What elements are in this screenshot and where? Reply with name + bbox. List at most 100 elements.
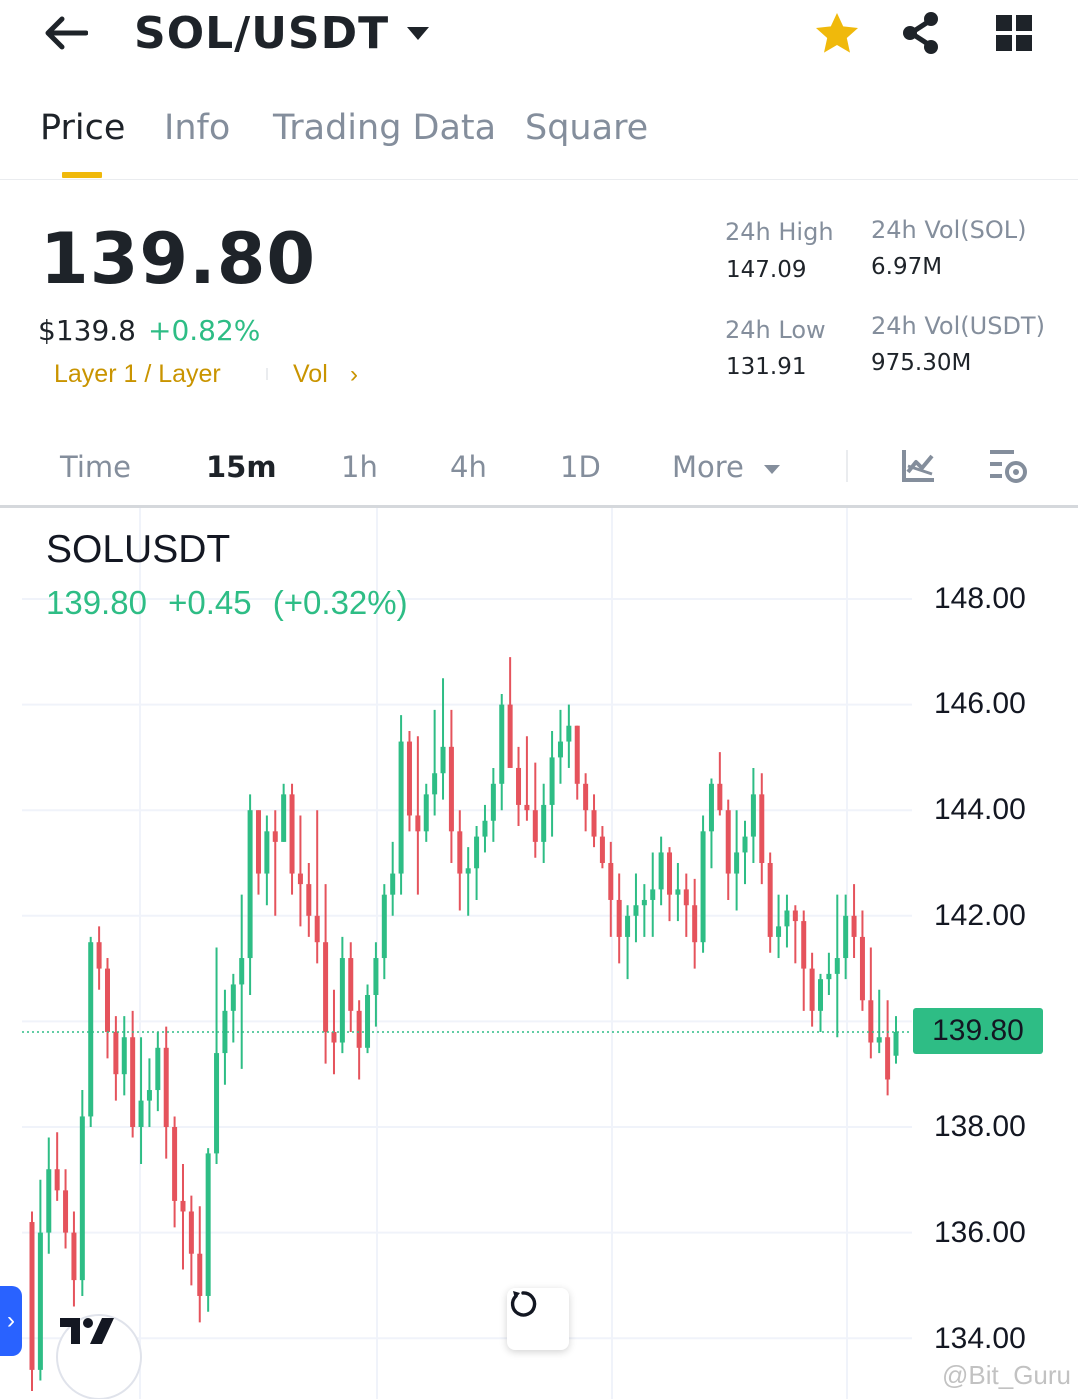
candle-body <box>893 1031 899 1056</box>
candle-body <box>750 794 756 837</box>
candle-body <box>507 704 513 768</box>
candle-body <box>591 810 597 837</box>
y-axis-label: 146.00 <box>934 687 1026 720</box>
candle-body <box>700 831 706 943</box>
candle-body <box>482 820 488 837</box>
candle-body <box>188 1211 194 1254</box>
interval-4h[interactable]: 4h <box>450 450 487 484</box>
favorite-button[interactable] <box>812 8 862 58</box>
candle-body <box>641 899 647 906</box>
candle-body <box>373 958 379 995</box>
reset-chart-button[interactable] <box>507 1288 569 1350</box>
section-tabs: Price Info Trading Data Square <box>0 96 1078 180</box>
tab-trading-data[interactable]: Trading Data <box>273 108 496 148</box>
price-change-pct: +0.82% <box>148 314 261 347</box>
menu-grid-button[interactable] <box>989 8 1039 58</box>
indicator-chart-icon[interactable] <box>898 446 938 486</box>
pair-selector[interactable]: SOL/USDT <box>134 6 431 60</box>
back-arrow-icon <box>45 16 88 50</box>
interval-more-label: More <box>672 450 744 484</box>
candle-body <box>29 1222 35 1370</box>
candle-body <box>725 810 731 874</box>
candle-body <box>792 910 798 922</box>
category-tag[interactable]: Layer 1 / Layer <box>54 360 221 389</box>
candle-body <box>784 910 790 927</box>
candle-body <box>104 968 110 1032</box>
candle-body <box>130 1037 136 1127</box>
tradingview-logo[interactable] <box>56 1314 142 1399</box>
candle-body <box>323 942 329 1032</box>
chevron-right-icon[interactable]: › <box>350 361 358 389</box>
chart-symbol: SOLUSDT <box>46 528 231 571</box>
candle-body <box>818 979 824 1011</box>
candle-body <box>717 783 723 811</box>
candle-body <box>239 958 245 985</box>
candle-body <box>96 942 102 969</box>
candle-body <box>541 804 547 842</box>
candle-body <box>172 1127 178 1201</box>
interval-time[interactable]: Time <box>60 450 131 484</box>
candle-body <box>868 1000 874 1043</box>
candle-body <box>448 746 454 832</box>
candlestick-chart[interactable] <box>0 508 1078 1399</box>
interval-more[interactable]: More <box>672 450 781 484</box>
back-button[interactable] <box>38 10 94 56</box>
candle-body <box>599 836 605 863</box>
chart-settings-icon[interactable] <box>988 446 1028 486</box>
candle-body <box>71 1232 77 1281</box>
caret-down-icon <box>407 27 430 40</box>
share-button[interactable] <box>896 8 946 58</box>
candle-body <box>692 905 698 943</box>
tab-square[interactable]: Square <box>525 108 648 148</box>
candle-body <box>390 873 396 895</box>
candle-body <box>272 831 278 842</box>
candle-body <box>121 1037 127 1075</box>
chart-quote-last: 139.80 <box>46 584 147 621</box>
interval-1d[interactable]: 1D <box>560 450 601 484</box>
y-axis-label: 142.00 <box>934 899 1026 932</box>
candle-body <box>608 863 614 900</box>
candle-body <box>801 921 807 969</box>
candle-body <box>625 915 631 937</box>
interval-15m[interactable]: 15m <box>206 450 277 484</box>
chart-quote-change-pct: (+0.32%) <box>272 584 408 621</box>
candle-body <box>365 995 371 1048</box>
candle-body <box>859 936 865 1001</box>
candle-body <box>809 968 815 1011</box>
tab-info[interactable]: Info <box>164 108 230 148</box>
candle-body <box>264 831 270 874</box>
stat-high-label: 24h High <box>725 218 834 246</box>
candle-body <box>465 868 471 874</box>
candle-body <box>37 1232 43 1370</box>
tab-price[interactable]: Price <box>40 108 125 148</box>
candle-body <box>885 1037 891 1080</box>
interval-1h[interactable]: 1h <box>341 450 378 484</box>
candle-body <box>843 915 849 959</box>
candle-body <box>457 831 463 874</box>
y-axis-label: 144.00 <box>934 793 1026 826</box>
stat-vol-base-value: 6.97M <box>871 254 943 280</box>
tag-divider <box>266 368 268 380</box>
candle-body <box>423 794 429 832</box>
candle-body <box>566 725 572 742</box>
price-chart[interactable]: SOLUSDT 139.80 +0.45 (+0.32%) 148.00 146… <box>0 508 1078 1399</box>
candle-body <box>650 889 656 900</box>
drawing-panel-toggle[interactable]: › <box>0 1286 22 1356</box>
candle-body <box>876 1037 882 1043</box>
top-bar: SOL/USDT <box>0 0 1078 72</box>
candle-body <box>113 1031 119 1075</box>
volume-tag[interactable]: Vol <box>293 360 328 389</box>
active-tab-indicator <box>62 172 102 178</box>
candle-body <box>667 852 673 895</box>
grid-icon <box>996 15 1032 51</box>
candle-body <box>516 767 522 805</box>
y-axis-label: 138.00 <box>934 1110 1026 1143</box>
candle-body <box>255 810 261 874</box>
stat-high-value: 147.09 <box>726 257 807 283</box>
candle-body <box>683 889 689 906</box>
y-axis-label: 134.00 <box>934 1322 1026 1355</box>
y-axis-label: 148.00 <box>934 582 1026 615</box>
candle-body <box>197 1253 203 1296</box>
candle-body <box>146 1090 152 1101</box>
price-usd: $139.8 <box>38 314 136 347</box>
